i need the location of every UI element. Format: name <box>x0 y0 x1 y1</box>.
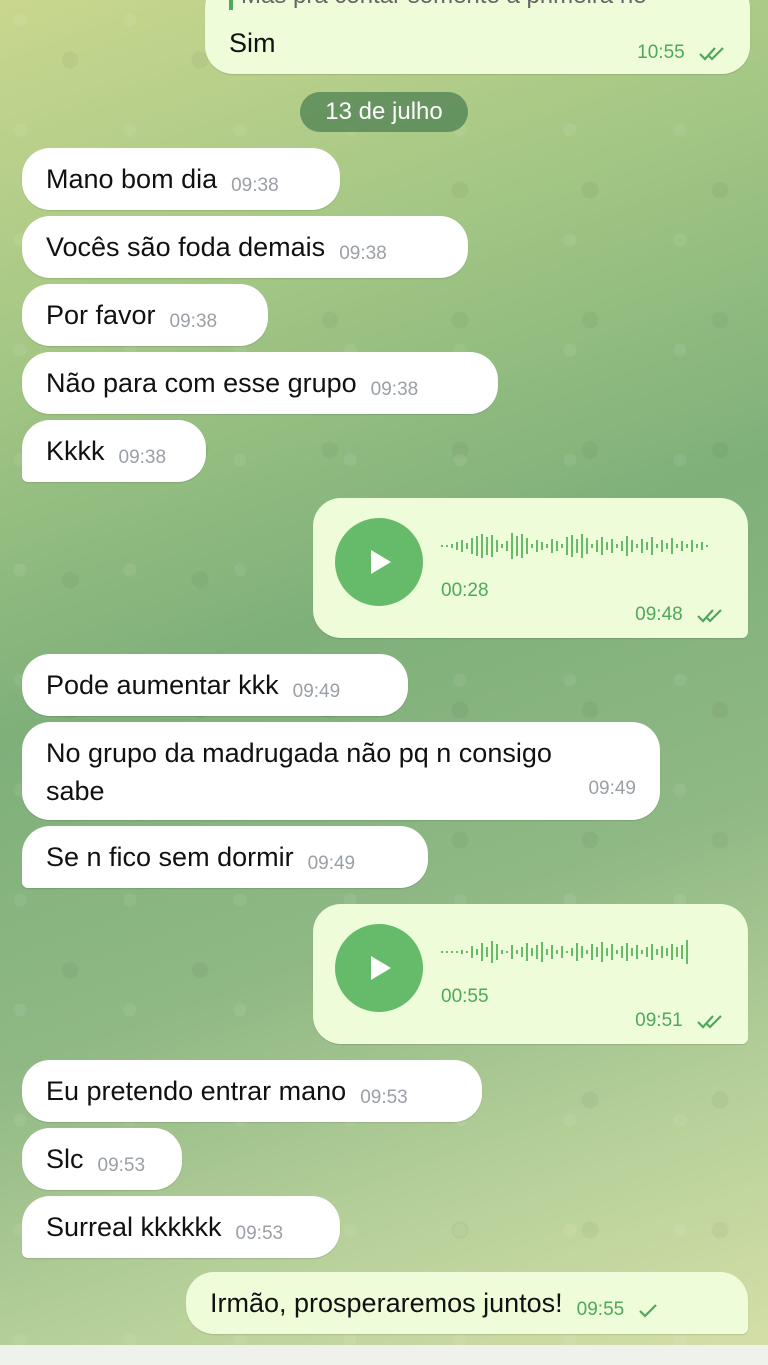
message-time: 09:38 <box>169 311 218 332</box>
message-time: 09:38 <box>370 379 419 400</box>
message-text: Kkkk <box>46 435 105 466</box>
message-time: 09:49 <box>307 853 356 874</box>
message-time: 09:51 <box>635 1010 683 1031</box>
check-icon <box>639 1304 658 1318</box>
message-time: 09:53 <box>97 1155 146 1176</box>
outgoing-message[interactable]: Mas pra contar somente a primeira né Sim… <box>205 0 750 74</box>
message-time: 10:55 <box>637 42 685 63</box>
incoming-message[interactable]: Não para com esse grupo 09:38 <box>22 352 498 414</box>
message-time: 09:38 <box>118 447 167 468</box>
waveform[interactable] <box>441 934 721 970</box>
voice-duration: 00:28 <box>441 580 489 601</box>
message-text: Por favor <box>46 299 156 330</box>
incoming-message[interactable]: No grupo da madrugada não pq n consigo s… <box>22 722 660 820</box>
message-time: 09:38 <box>231 175 279 196</box>
reply-quote: Mas pra contar somente a primeira né <box>229 0 729 10</box>
message-meta: 10:55 <box>637 42 728 64</box>
voice-message[interactable]: 00:55 09:51 <box>313 904 748 1044</box>
chat-area[interactable]: Mas pra contar somente a primeira né Sim… <box>0 0 768 1365</box>
play-icon <box>371 956 391 980</box>
play-icon <box>371 550 391 574</box>
play-button[interactable] <box>335 924 423 1012</box>
message-time: 09:55 <box>576 1299 625 1320</box>
bottom-strip <box>0 1345 768 1365</box>
voice-message[interactable]: 00:28 09:48 <box>313 498 748 638</box>
play-button[interactable] <box>335 518 423 606</box>
message-time: 09:49 <box>588 778 636 799</box>
incoming-message[interactable]: Pode aumentar kkk 09:49 <box>22 654 408 716</box>
voice-duration: 00:55 <box>441 986 489 1007</box>
message-text: Irmão, prosperaremos juntos! <box>210 1287 563 1318</box>
message-time: 09:53 <box>235 1223 284 1244</box>
message-text: Eu pretendo entrar mano <box>46 1075 347 1106</box>
message-text: Surreal kkkkkk <box>46 1211 222 1242</box>
incoming-message[interactable]: Eu pretendo entrar mano 09:53 <box>22 1060 482 1122</box>
waveform[interactable] <box>441 528 721 564</box>
double-check-icon <box>697 1015 722 1029</box>
message-time: 09:53 <box>360 1087 408 1108</box>
message-text: Vocês são foda demais <box>46 231 326 262</box>
incoming-message[interactable]: Slc 09:53 <box>22 1128 182 1190</box>
incoming-message[interactable]: Por favor 09:38 <box>22 284 268 346</box>
date-chip: 13 de julho <box>300 92 468 132</box>
message-time: 09:48 <box>635 604 683 625</box>
message-text: Slc <box>46 1143 84 1174</box>
message-meta: 09:51 <box>635 1010 726 1032</box>
double-check-icon <box>699 47 724 61</box>
double-check-icon <box>697 609 722 623</box>
message-time: 09:49 <box>292 681 341 702</box>
message-text: Sim <box>229 28 276 58</box>
message-text-line-1: No grupo da madrugada não pq n consigo <box>46 738 552 768</box>
message-text: Mano bom dia <box>46 163 218 194</box>
incoming-message[interactable]: Surreal kkkkkk 09:53 <box>22 1196 340 1258</box>
message-text: Pode aumentar kkk <box>46 669 279 700</box>
message-time: 09:38 <box>339 243 387 264</box>
message-text: Se n fico sem dormir <box>46 841 294 872</box>
incoming-message[interactable]: Vocês são foda demais 09:38 <box>22 216 468 278</box>
incoming-message[interactable]: Se n fico sem dormir 09:49 <box>22 826 428 888</box>
incoming-message[interactable]: Mano bom dia 09:38 <box>22 148 340 210</box>
message-text-line-2: sabe <box>46 776 105 806</box>
message-text: Não para com esse grupo <box>46 367 357 398</box>
outgoing-message[interactable]: Irmão, prosperaremos juntos! 09:55 <box>186 1272 748 1334</box>
message-meta: 09:48 <box>635 604 726 626</box>
message-meta: 09:55 <box>577 1299 660 1321</box>
incoming-message[interactable]: Kkkk 09:38 <box>22 420 206 482</box>
